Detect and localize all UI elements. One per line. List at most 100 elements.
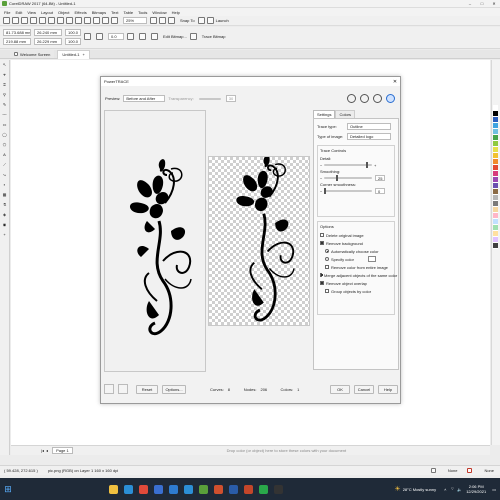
tab-colors[interactable]: Colors (335, 110, 356, 118)
save-icon[interactable] (21, 17, 28, 24)
pdf-icon[interactable] (111, 17, 118, 24)
reset-button[interactable]: Reset (136, 384, 158, 394)
smoothing-slider[interactable] (324, 175, 372, 181)
volume-icon[interactable]: 🔈 (457, 487, 462, 492)
merge-adjacent-checkbox[interactable] (320, 273, 323, 277)
open-icon[interactable] (12, 17, 19, 24)
start-icon[interactable]: ⊞ (0, 484, 16, 495)
tray-chevron-icon[interactable]: ˄ (444, 487, 446, 492)
group-by-color-checkbox[interactable] (325, 289, 329, 293)
pan-icon[interactable] (386, 94, 395, 103)
search-icon[interactable] (84, 17, 91, 24)
edge-icon[interactable] (124, 484, 133, 494)
menu-layout[interactable]: Layout (41, 10, 53, 15)
cancel-button[interactable]: Cancel (354, 384, 374, 394)
artistic-media-icon[interactable]: 〰 (0, 112, 9, 122)
launch-menu[interactable]: Launch (216, 18, 229, 23)
close-icon[interactable]: ✕ (488, 1, 500, 6)
menu-bitmaps[interactable]: Bitmaps (92, 10, 106, 15)
before-preview-pane[interactable] (104, 110, 206, 372)
text-tool-icon[interactable]: A (0, 152, 9, 162)
redo-trace-icon[interactable] (118, 384, 128, 394)
corner-slider[interactable] (324, 188, 372, 194)
prev-page-icon[interactable]: ◂ (46, 448, 48, 453)
edit-bitmap-button[interactable]: Edit Bitmap... (163, 34, 187, 39)
interactive-fill-icon[interactable]: ◈ (0, 212, 9, 222)
drop-shadow-icon[interactable]: ▪ (0, 182, 9, 192)
store-icon[interactable] (154, 484, 163, 494)
height-field[interactable]: 26.229 mm (34, 38, 62, 45)
shape-tool-icon[interactable]: ⌖ (0, 72, 9, 82)
color-picker-icon[interactable] (367, 256, 376, 262)
spotify-icon[interactable] (259, 484, 268, 494)
zoom-in-icon[interactable] (347, 94, 356, 103)
dialog-close-icon[interactable]: ✕ (390, 79, 400, 85)
menu-effects[interactable]: Effects (75, 10, 87, 15)
remove-overlap-checkbox[interactable] (320, 281, 324, 285)
auto-color-radio[interactable] (325, 249, 329, 253)
help-button[interactable]: Help (378, 384, 398, 394)
notification-icon[interactable]: ▭ (492, 487, 496, 492)
file-explorer-icon[interactable] (109, 484, 118, 494)
menu-window[interactable]: Window (152, 10, 166, 15)
outline-indicator-icon[interactable] (467, 468, 473, 473)
clock[interactable]: 2:06 PM 12/29/2021 (466, 484, 486, 494)
eyedropper-tool-icon[interactable]: ⚗ (0, 202, 9, 212)
menu-edit[interactable]: Edit (15, 10, 22, 15)
paste-icon[interactable] (57, 17, 64, 24)
rectangle-tool-icon[interactable]: ▭ (0, 122, 9, 132)
options-gear-icon[interactable] (197, 17, 205, 24)
mirror-horizontal-icon[interactable] (127, 33, 134, 40)
smoothing-slider-thumb[interactable] (335, 175, 338, 181)
undo-icon[interactable] (66, 17, 73, 24)
word-icon[interactable] (229, 484, 238, 494)
ellipse-tool-icon[interactable]: ◯ (0, 132, 9, 142)
zoom-select[interactable]: 25% (123, 17, 147, 24)
network-icon[interactable]: ⌔ (450, 486, 454, 492)
y-position-field[interactable]: 219.88 mm (3, 38, 31, 45)
rotate-icon[interactable] (96, 33, 103, 40)
mail-icon[interactable] (169, 484, 178, 494)
undo-trace-icon[interactable] (104, 384, 114, 394)
first-page-icon[interactable]: |◂ (41, 448, 44, 453)
coreldraw-icon[interactable] (199, 484, 208, 494)
new-icon[interactable] (3, 17, 10, 24)
menu-table[interactable]: Table (124, 10, 134, 15)
specify-color-radio[interactable] (325, 257, 329, 261)
trace-type-select[interactable]: Outline (347, 123, 391, 130)
preview-mode-select[interactable]: Before and After (123, 95, 166, 102)
menu-file[interactable]: File (4, 10, 10, 15)
transparency-slider[interactable] (198, 97, 221, 100)
freehand-tool-icon[interactable]: ✎ (0, 102, 9, 112)
add-tool-icon[interactable]: + (0, 232, 9, 242)
lock-ratio-icon[interactable] (84, 33, 91, 40)
scale-x-field[interactable]: 100.0 (65, 29, 81, 36)
tab-welcome-screen[interactable]: Welcome Screen (10, 50, 55, 58)
copy-icon[interactable] (48, 17, 55, 24)
trace-bitmap-icon[interactable] (189, 33, 197, 40)
tab-untitled[interactable]: Untitled-1 + (57, 49, 90, 59)
pick-tool-icon[interactable]: ↖ (0, 62, 9, 72)
x-position-field[interactable]: 81.73.688 mm (3, 29, 31, 36)
menu-help[interactable]: Help (172, 10, 180, 15)
menu-text[interactable]: Text (111, 10, 118, 15)
menu-object[interactable]: Object (58, 10, 70, 15)
menu-tools[interactable]: Tools (138, 10, 147, 15)
vscode-icon[interactable] (184, 484, 193, 494)
angle-field[interactable]: 0.0 (108, 33, 124, 40)
smoothing-field[interactable]: 25 (375, 175, 385, 181)
parallel-dimension-icon[interactable]: ⟋ (0, 162, 9, 172)
mirror-vertical-icon[interactable] (139, 33, 146, 40)
image-type-select[interactable]: Detailed logo (347, 132, 391, 140)
fit-icon[interactable] (373, 94, 382, 103)
delete-original-checkbox[interactable] (320, 233, 324, 237)
ok-button[interactable]: OK (330, 384, 350, 394)
transparency-tool-icon[interactable]: ▦ (0, 192, 9, 202)
photos-icon[interactable] (214, 484, 223, 494)
menu-view[interactable]: View (27, 10, 36, 15)
fill-indicator-icon[interactable] (430, 468, 436, 473)
detail-slider-thumb[interactable] (366, 162, 369, 168)
print-icon[interactable] (30, 17, 37, 24)
corner-field[interactable]: 0 (375, 188, 385, 194)
connector-tool-icon[interactable]: ⤷ (0, 172, 9, 182)
